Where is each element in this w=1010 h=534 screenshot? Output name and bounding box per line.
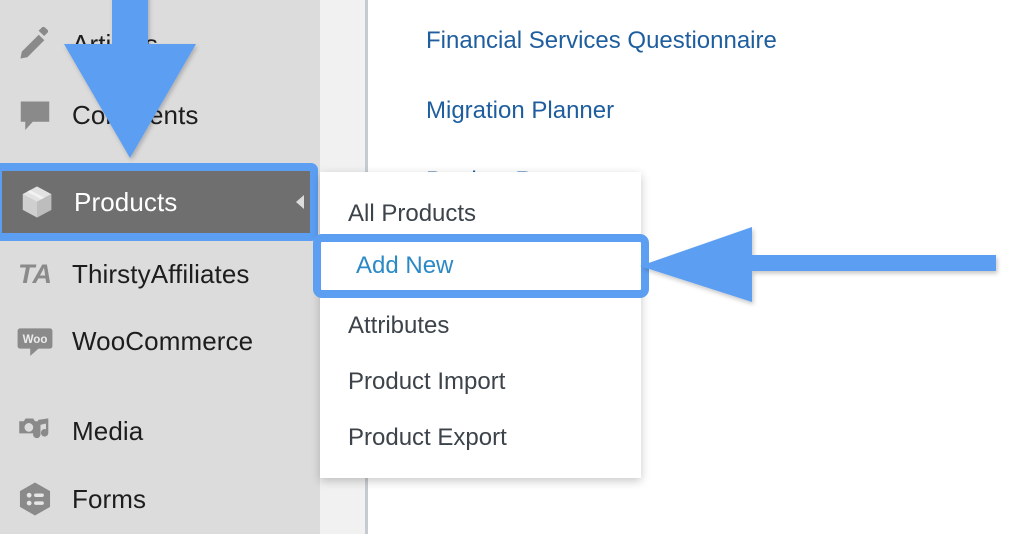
down-arrow-to-products (64, 0, 196, 158)
annotation-arrows-layer (64, 0, 996, 302)
left-arrow-to-add-new (640, 227, 996, 302)
screen-root: Articles Comments (0, 0, 1010, 534)
